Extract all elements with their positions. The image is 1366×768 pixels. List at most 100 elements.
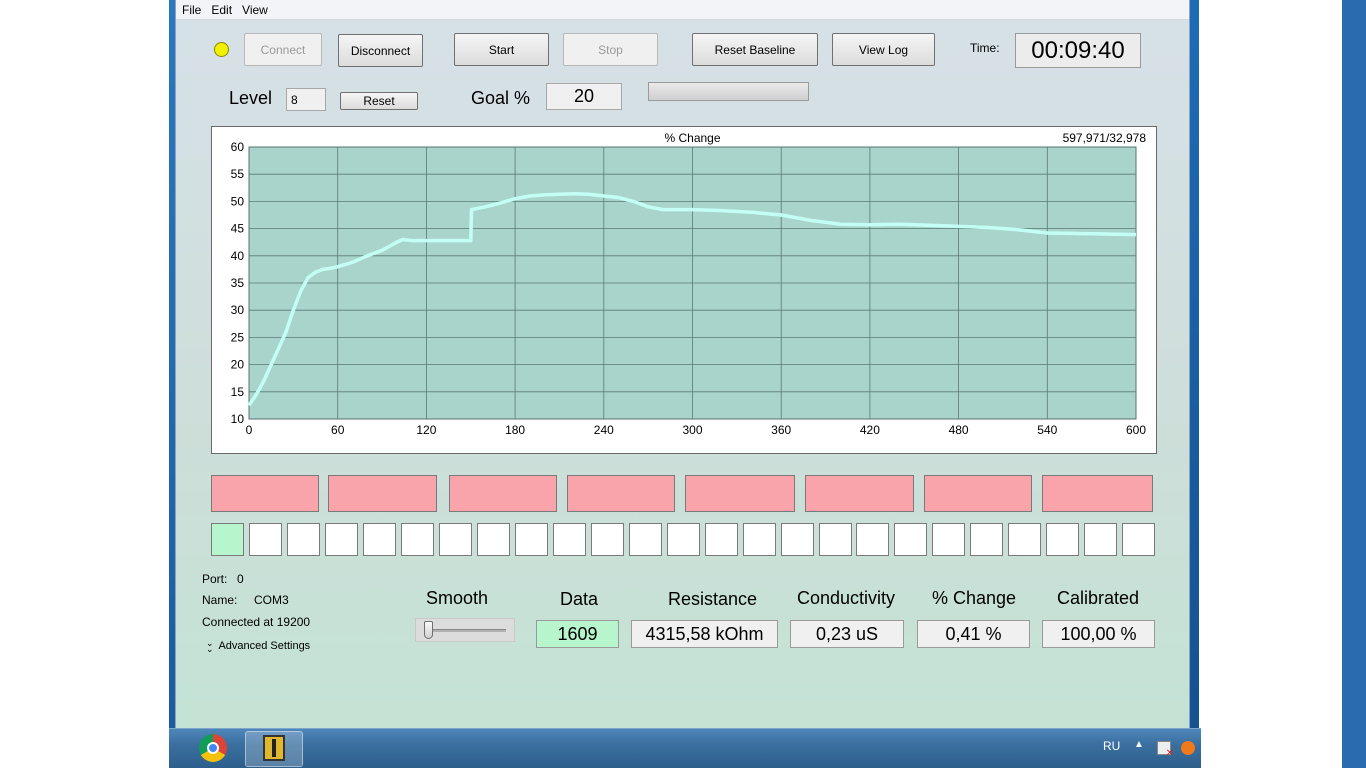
x-tick-label: 0: [246, 423, 253, 437]
x-tick-label: 480: [949, 423, 969, 437]
smooth-slider-thumb[interactable]: [424, 621, 433, 639]
advanced-settings-toggle[interactable]: ⌄ ⌄ Advanced Settings: [206, 638, 311, 655]
time-label: Time:: [970, 41, 1000, 55]
indicator-cell: [932, 523, 965, 556]
goal-input[interactable]: 20: [546, 83, 622, 110]
name-value: COM3: [254, 593, 289, 607]
tray-app-icon[interactable]: [1181, 741, 1195, 755]
chrome-icon[interactable]: [199, 734, 227, 762]
indicator-cell: [439, 523, 472, 556]
app-window: File Edit View Connect Disconnect Start …: [175, 0, 1190, 728]
advanced-settings-label: Advanced Settings: [218, 640, 311, 652]
smooth-slider[interactable]: [415, 618, 515, 642]
port-label: Port:: [202, 572, 228, 586]
indicator-cell: [1084, 523, 1117, 556]
goal-progress-bar: [648, 82, 809, 101]
indicator-cell: [781, 523, 814, 556]
y-tick-label: 35: [231, 276, 245, 290]
x-tick-label: 600: [1126, 423, 1146, 437]
indicator-cell: [363, 523, 396, 556]
smooth-slider-track: [424, 629, 506, 632]
desktop-background-right: [1199, 0, 1366, 768]
menu-bar: File Edit View: [176, 0, 1189, 20]
indicator-cell: [667, 523, 700, 556]
x-tick-label: 360: [771, 423, 791, 437]
view-log-button[interactable]: View Log: [832, 33, 935, 66]
y-tick-label: 30: [231, 303, 245, 317]
indicator-cell: [591, 523, 624, 556]
y-tick-label: 50: [231, 194, 245, 208]
stop-button[interactable]: Stop: [563, 33, 658, 66]
indicator-cell: [249, 523, 282, 556]
indicator-cell: [477, 523, 510, 556]
chart-panel: 0 60 120 180 240 300 360 420 480 540 600 10 15 20 25 30…: [211, 126, 1157, 454]
menu-edit[interactable]: Edit: [209, 3, 240, 17]
indicator-cell: [1008, 523, 1041, 556]
x-tick-label: 60: [331, 423, 345, 437]
x-tick-label: 300: [682, 423, 702, 437]
indicator-cell: [629, 523, 662, 556]
data-label: Data: [560, 589, 599, 609]
smooth-label: Smooth: [426, 588, 489, 608]
desktop-strip-right: [1342, 0, 1366, 768]
y-tick-label: 10: [231, 412, 245, 426]
indicator-cell: [211, 523, 244, 556]
menu-file[interactable]: File: [180, 3, 209, 17]
port-value: 0: [237, 572, 244, 586]
goal-label: Goal %: [471, 88, 531, 108]
x-tick-label: 420: [860, 423, 880, 437]
indicator-cell: [856, 523, 889, 556]
double-chevron-down-icon: ⌄ ⌄: [206, 638, 214, 655]
resistance-label: Resistance: [668, 589, 758, 609]
level-input[interactable]: 8: [286, 88, 326, 111]
indicator-block: [805, 475, 914, 512]
indicator-cell: [553, 523, 586, 556]
connection-status-text: Connected at 19200: [202, 615, 311, 629]
y-tick-label: 60: [231, 140, 245, 154]
level-reset-button[interactable]: Reset: [340, 92, 418, 110]
sensor-app-icon[interactable]: [263, 735, 285, 761]
indicator-cell: [287, 523, 320, 556]
indicator-cell: [894, 523, 927, 556]
reset-baseline-button[interactable]: Reset Baseline: [692, 33, 818, 66]
language-indicator[interactable]: RU: [1103, 739, 1120, 753]
y-tick-label: 25: [231, 330, 245, 344]
start-button[interactable]: Start: [454, 33, 549, 66]
calibrated-value: 100,00 %: [1042, 620, 1155, 648]
y-tick-label: 20: [231, 358, 245, 372]
level-label: Level: [229, 88, 273, 108]
conductivity-label: Conductivity: [797, 588, 896, 608]
elapsed-time-display: 00:09:40: [1015, 33, 1141, 68]
indicator-block: [211, 475, 319, 512]
x-tick-label: 240: [594, 423, 614, 437]
y-tick-label: 55: [231, 167, 245, 181]
indicator-cell: [970, 523, 1003, 556]
action-center-flag-icon[interactable]: [1157, 741, 1174, 759]
name-label: Name:: [202, 593, 238, 607]
disconnect-button[interactable]: Disconnect: [338, 34, 423, 67]
x-tick-label: 180: [505, 423, 525, 437]
indicator-cell: [705, 523, 738, 556]
connect-button[interactable]: Connect: [244, 33, 322, 66]
resistance-value: 4315,58 kOhm: [631, 620, 778, 648]
connection-status-led: [214, 42, 229, 57]
calibrated-label: Calibrated: [1057, 588, 1140, 608]
percent-change-value: 0,41 %: [917, 620, 1030, 648]
indicator-cell: [401, 523, 434, 556]
indicator-block: [328, 475, 437, 512]
desktop-background-left: [0, 0, 169, 768]
menu-view[interactable]: View: [240, 3, 276, 17]
x-tick-label: 120: [416, 423, 436, 437]
indicator-block: [449, 475, 557, 512]
indicator-cell: [325, 523, 358, 556]
percent-change-chart: 0 60 120 180 240 300 360 420 480 540 600 10 15 20 25 30…: [231, 131, 1147, 437]
conductivity-value: 0,23 uS: [790, 620, 904, 648]
y-tick-label: 45: [231, 222, 245, 236]
tray-expand-icon[interactable]: ▲: [1134, 739, 1144, 750]
taskbar: RU ▲: [169, 728, 1201, 768]
indicator-cell: [1122, 523, 1155, 556]
indicator-cell: [819, 523, 852, 556]
indicator-cell: [1046, 523, 1079, 556]
indicator-cell: [515, 523, 548, 556]
indicator-block: [924, 475, 1032, 512]
